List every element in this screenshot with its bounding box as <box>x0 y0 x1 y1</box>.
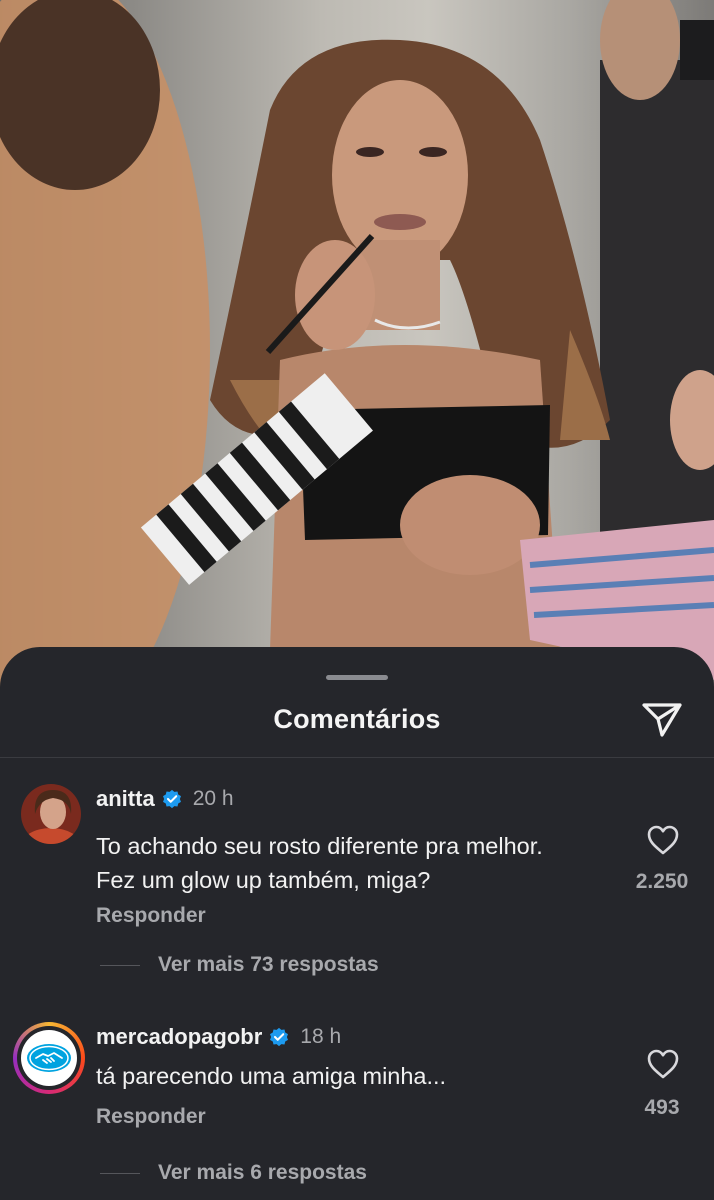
reply-button[interactable]: Responder <box>96 904 206 928</box>
photo-illustration <box>0 0 714 700</box>
heart-icon <box>647 1049 679 1079</box>
comments-sheet: Comentários anitta 20 h To achando seu r… <box>0 647 714 1200</box>
view-replies-button[interactable]: Ver mais 73 respostas <box>100 953 379 977</box>
replies-line <box>100 964 140 966</box>
avatar[interactable] <box>13 1022 85 1094</box>
paper-plane-icon <box>642 703 682 737</box>
post-photo <box>0 0 714 700</box>
mercadopago-logo <box>21 1030 77 1086</box>
header-divider <box>0 757 714 758</box>
comment-text: To achando seu rosto diferente pra melho… <box>96 833 543 893</box>
like-button[interactable] <box>646 1048 680 1080</box>
verified-badge-icon <box>270 1027 289 1047</box>
comment-timestamp: 18 h <box>300 1025 342 1048</box>
share-button[interactable] <box>640 699 684 739</box>
avatar-photo <box>21 784 81 844</box>
like-count: 2.250 <box>635 870 689 893</box>
heart-icon <box>647 825 679 855</box>
sheet-title: Comentários <box>273 704 441 734</box>
comment-text: tá parecendo uma amiga minha... <box>96 1063 447 1089</box>
replies-line <box>100 1172 140 1174</box>
comment-timestamp: 20 h <box>192 787 234 810</box>
avatar[interactable] <box>21 784 81 844</box>
view-replies-label: Ver mais 73 respostas <box>158 953 379 976</box>
view-replies-button[interactable]: Ver mais 6 respostas <box>100 1161 367 1185</box>
like-button[interactable] <box>646 824 680 856</box>
view-replies-label: Ver mais 6 respostas <box>158 1161 367 1184</box>
handshake-icon <box>27 1044 71 1072</box>
comment-meta: anitta 20 h <box>96 784 234 814</box>
comment-username[interactable]: anitta <box>96 786 155 812</box>
sheet-drag-handle[interactable] <box>326 675 388 680</box>
like-count: 493 <box>644 1096 680 1119</box>
reply-button[interactable]: Responder <box>96 1105 206 1129</box>
verified-badge-icon <box>162 789 181 809</box>
comment-username[interactable]: mercadopagobr <box>96 1024 262 1050</box>
comment-meta: mercadopagobr 18 h <box>96 1022 341 1052</box>
